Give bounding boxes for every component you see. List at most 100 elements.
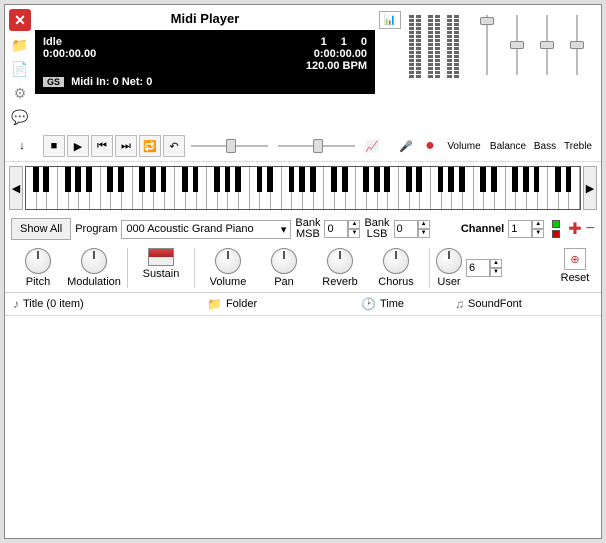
record-button[interactable]: ● (419, 135, 441, 157)
black-key[interactable] (331, 167, 337, 192)
balance-slider[interactable] (503, 11, 531, 79)
gear-icon[interactable]: ⚙ (9, 83, 31, 103)
close-button[interactable]: ✕ (9, 9, 31, 31)
program-select[interactable]: 000 Acoustic Grand Piano▾ (121, 220, 291, 239)
black-key[interactable] (566, 167, 572, 192)
black-key[interactable] (65, 167, 71, 192)
black-key[interactable] (107, 167, 113, 192)
black-key[interactable] (363, 167, 369, 192)
white-key[interactable] (431, 167, 442, 209)
white-key[interactable] (399, 167, 410, 209)
treble-slider[interactable] (563, 11, 591, 79)
reset-button[interactable]: ⊕ (564, 248, 586, 270)
playlist-body[interactable] (5, 316, 601, 538)
white-key[interactable] (101, 167, 112, 209)
black-key[interactable] (161, 167, 167, 192)
bass-slider[interactable] (533, 11, 561, 79)
user-spinner[interactable]: ▲▼ (466, 259, 502, 277)
black-key[interactable] (448, 167, 454, 192)
pan-knob[interactable] (271, 248, 297, 274)
white-key[interactable] (548, 167, 559, 209)
modulation-knob[interactable] (81, 248, 107, 274)
white-key[interactable] (175, 167, 186, 209)
col-time[interactable]: 🕑 Time (361, 297, 451, 311)
white-key[interactable] (207, 167, 218, 209)
tempo-slider[interactable] (278, 139, 355, 153)
col-title[interactable]: ♪ Title (0 item) (13, 297, 203, 311)
black-key[interactable] (384, 167, 390, 192)
black-key[interactable] (491, 167, 497, 192)
remove-button[interactable]: − (586, 220, 595, 238)
black-key[interactable] (75, 167, 81, 192)
play-button[interactable]: ▶ (67, 135, 89, 157)
piano-scroll-right[interactable]: ▶ (583, 166, 597, 210)
white-key[interactable] (506, 167, 517, 209)
white-key[interactable] (474, 167, 485, 209)
black-key[interactable] (33, 167, 39, 192)
black-key[interactable] (534, 167, 540, 192)
black-key[interactable] (139, 167, 145, 192)
graph-button[interactable]: 📈 (361, 135, 383, 157)
black-key[interactable] (182, 167, 188, 192)
black-key[interactable] (193, 167, 199, 192)
seek-slider[interactable] (191, 139, 268, 153)
user-knob[interactable] (436, 248, 462, 274)
col-soundfont[interactable]: ♫ SoundFont (455, 297, 522, 311)
playlist-header: ♪ Title (0 item) 📁 Folder 🕑 Time ♫ Sound… (5, 293, 601, 316)
black-key[interactable] (523, 167, 529, 192)
white-key[interactable] (250, 167, 261, 209)
black-key[interactable] (267, 167, 273, 192)
channel-spinner[interactable]: ▲▼ (508, 220, 544, 238)
black-key[interactable] (480, 167, 486, 192)
black-key[interactable] (342, 167, 348, 192)
add-button[interactable]: ✚ (568, 219, 581, 239)
black-key[interactable] (416, 167, 422, 192)
col-folder[interactable]: 📁 Folder (207, 297, 357, 311)
black-key[interactable] (118, 167, 124, 192)
white-key[interactable] (282, 167, 293, 209)
down-button[interactable]: ↓ (11, 135, 33, 157)
next-button[interactable]: ⏭ (115, 135, 137, 157)
stop-button[interactable]: ■ (43, 135, 65, 157)
folder-icon[interactable]: 📁 (9, 35, 31, 55)
show-all-button[interactable]: Show All (11, 218, 71, 240)
mic-button[interactable]: 🎤 (395, 135, 417, 157)
piano-scroll-left[interactable]: ◀ (9, 166, 23, 210)
white-key[interactable] (58, 167, 69, 209)
black-key[interactable] (86, 167, 92, 192)
black-key[interactable] (438, 167, 444, 192)
bank-msb-spinner[interactable]: ▲▼ (324, 220, 360, 238)
black-key[interactable] (257, 167, 263, 192)
pitch-knob[interactable] (25, 248, 51, 274)
loop-button[interactable]: 🔁 (139, 135, 161, 157)
bank-lsb-spinner[interactable]: ▲▼ (394, 220, 430, 238)
reverb-knob[interactable] (327, 248, 353, 274)
black-key[interactable] (43, 167, 49, 192)
chorus-knob[interactable] (383, 248, 409, 274)
visualizer-button[interactable]: 📊 (379, 11, 401, 29)
sustain-toggle[interactable] (148, 248, 174, 266)
black-key[interactable] (512, 167, 518, 192)
black-key[interactable] (555, 167, 561, 192)
piano-keyboard[interactable] (25, 166, 581, 210)
info-icon[interactable]: 💬 (9, 107, 31, 127)
black-key[interactable] (299, 167, 305, 192)
black-key[interactable] (214, 167, 220, 192)
black-key[interactable] (150, 167, 156, 192)
black-key[interactable] (459, 167, 465, 192)
black-key[interactable] (225, 167, 231, 192)
white-key[interactable] (26, 167, 37, 209)
white-key[interactable] (324, 167, 335, 209)
prev-button[interactable]: ⏮ (91, 135, 113, 157)
undo-button[interactable]: ↶ (163, 135, 185, 157)
file-icon[interactable]: 📄 (9, 59, 31, 79)
black-key[interactable] (310, 167, 316, 192)
black-key[interactable] (406, 167, 412, 192)
white-key[interactable] (356, 167, 367, 209)
black-key[interactable] (235, 167, 241, 192)
volume-knob[interactable] (215, 248, 241, 274)
black-key[interactable] (289, 167, 295, 192)
volume-slider[interactable] (473, 11, 501, 79)
black-key[interactable] (374, 167, 380, 192)
white-key[interactable] (133, 167, 144, 209)
